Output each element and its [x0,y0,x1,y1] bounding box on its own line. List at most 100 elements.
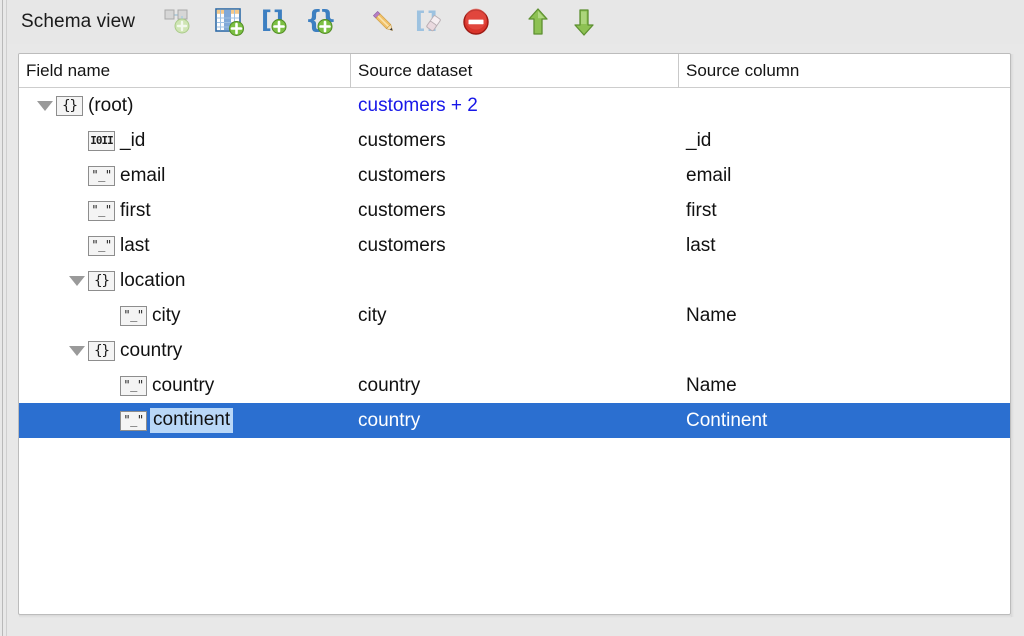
string-type-icon: "_" [88,165,115,186]
add-table-icon [214,7,246,37]
object-type-icon: {} [56,95,83,116]
string-type-icon: "_" [120,410,147,431]
move-down-icon [571,6,597,38]
cell-field-name[interactable]: "_" last [19,228,350,263]
field-name-label: location [120,269,186,291]
cell-source-dataset[interactable]: customers [350,158,678,193]
table-row[interactable]: "_" first customers first [19,193,1010,228]
edit-button[interactable] [365,4,403,40]
cell-field-name[interactable]: "_" first [19,193,350,228]
panel-right-bevel [1011,54,1014,617]
cell-source-dataset[interactable]: customers + 2 [350,88,678,123]
schema-tree-rows: {} (root) customers + 2 I0II _id customers _id… [19,88,1010,438]
string-type-icon: "_" [120,375,147,396]
schema-tree-panel: Field name Source dataset Source column … [18,53,1011,615]
svg-text:[: [ [261,7,272,34]
add-table-column-button[interactable] [211,4,249,40]
cell-source-column[interactable]: last [678,228,1010,263]
cell-field-name[interactable]: {} (root) [19,88,350,123]
table-row[interactable]: "_" last customers last [19,228,1010,263]
schema-view-toolbar: Schema view [{[ [7,0,1024,44]
cell-source-dataset[interactable]: customers [350,123,678,158]
object-type-icon: {} [88,340,115,361]
window-border-left-inner [6,0,7,636]
field-name-label: last [120,234,150,256]
cell-source-column[interactable]: Continent [678,403,1010,438]
field-name-label: (root) [88,94,134,116]
chevron-down-icon[interactable] [66,263,88,298]
field-name-label: country [120,339,183,361]
cell-source-dataset[interactable]: customers [350,228,678,263]
delete-button[interactable] [457,4,495,40]
cell-field-name[interactable]: I0II _id [19,123,350,158]
clear-button[interactable]: [ ] [411,4,449,40]
cell-source-dataset[interactable]: country [350,368,678,403]
string-type-icon: "_" [88,235,115,256]
cell-source-column[interactable] [678,88,1010,123]
move-up-icon [525,6,551,38]
cell-source-dataset[interactable]: city [350,298,678,333]
chevron-down-icon[interactable] [34,88,56,123]
table-row[interactable]: "_" country country Name [19,368,1010,403]
field-name-label: email [120,164,166,186]
delete-icon [461,7,491,37]
add-array-button[interactable]: [ ] [257,4,295,40]
cell-field-name[interactable]: {} location [19,263,350,298]
cell-source-column[interactable]: _id [678,123,1010,158]
cell-source-column[interactable]: Name [678,368,1010,403]
column-header-field-name[interactable]: Field name [19,54,350,88]
field-name-label: country [152,374,215,396]
cell-field-name[interactable]: "_" country [19,368,350,403]
cell-field-name[interactable]: "_" continent [19,403,350,438]
cell-source-column[interactable]: email [678,158,1010,193]
table-row[interactable]: {} location [19,263,1010,298]
panel-bottom-bevel [19,615,1012,618]
cell-field-name[interactable]: {} country [19,333,350,368]
table-header-row: Field name Source dataset Source column [19,54,1010,88]
table-row[interactable]: "_" city city Name [19,298,1010,333]
number-type-icon: I0II [88,130,115,151]
edit-pencil-icon [369,7,399,37]
move-down-button[interactable] [565,4,603,40]
field-name-label: continent [150,408,234,433]
add-link-button[interactable] [157,4,195,40]
add-link-icon [161,8,191,36]
table-row[interactable]: I0II _id customers _id [19,123,1010,158]
cell-field-name[interactable]: "_" email [19,158,350,193]
column-header-source-dataset[interactable]: Source dataset [350,54,678,88]
cell-source-column[interactable] [678,263,1010,298]
cell-source-column[interactable]: first [678,193,1010,228]
add-object-icon: { } [305,7,339,37]
clear-brackets-icon: [ ] [414,7,446,37]
table-row[interactable]: "_" continent country Continent [19,403,1010,438]
page-title: Schema view [21,11,136,32]
field-name-label: _id [120,129,146,151]
cell-field-name[interactable]: "_" city [19,298,350,333]
column-header-source-column[interactable]: Source column [678,54,1010,88]
chevron-down-icon[interactable] [66,333,88,368]
field-name-label: first [120,199,151,221]
cell-source-column[interactable] [678,333,1010,368]
cell-source-dataset[interactable]: customers [350,193,678,228]
string-type-icon: "_" [120,305,147,326]
window-border-left [2,0,3,636]
string-type-icon: "_" [88,200,115,221]
cell-source-dataset[interactable] [350,263,678,298]
table-row[interactable]: {} country [19,333,1010,368]
add-object-button[interactable]: { } [303,4,341,40]
cell-source-dataset[interactable]: country [350,403,678,438]
cell-source-column[interactable]: Name [678,298,1010,333]
move-up-button[interactable] [519,4,557,40]
cell-source-dataset[interactable] [350,333,678,368]
table-row[interactable]: {} (root) customers + 2 [19,88,1010,123]
svg-text:[: [ [415,8,426,34]
field-name-label: city [152,304,181,326]
table-row[interactable]: "_" email customers email [19,158,1010,193]
